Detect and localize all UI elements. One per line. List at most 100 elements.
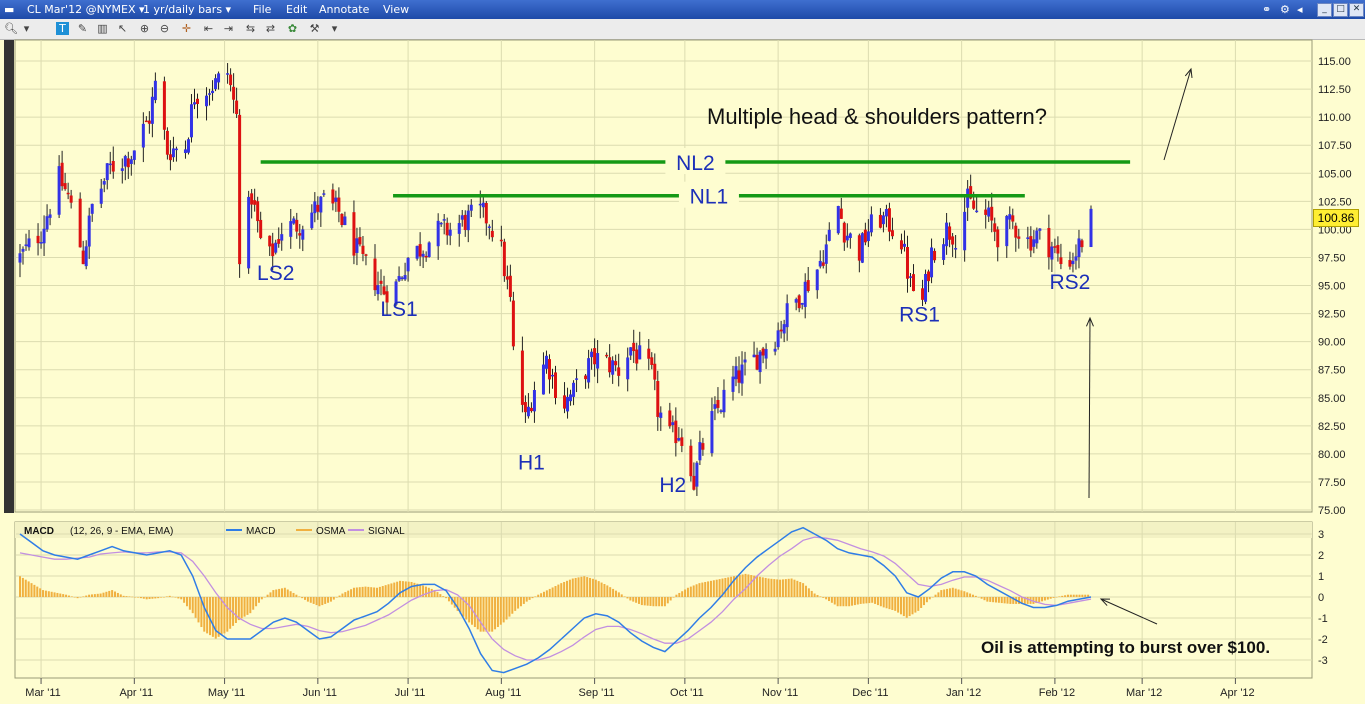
osma-bar bbox=[574, 577, 577, 597]
price-tick-label: 110.00 bbox=[1318, 112, 1351, 124]
candle-body bbox=[689, 445, 693, 477]
osma-bar bbox=[358, 587, 361, 597]
osma-bar bbox=[257, 597, 260, 603]
candle-body bbox=[1059, 257, 1063, 265]
osma-bar bbox=[897, 597, 900, 613]
osma-bar bbox=[879, 597, 882, 607]
osma-bar bbox=[229, 597, 232, 629]
candle-body bbox=[36, 235, 40, 244]
osma-bar bbox=[1081, 594, 1084, 597]
osma-bar bbox=[318, 597, 321, 607]
candle-body bbox=[1071, 260, 1075, 265]
candle-body bbox=[511, 300, 515, 347]
candle-body bbox=[355, 238, 359, 253]
osma-bar bbox=[649, 597, 652, 606]
osma-bar bbox=[689, 586, 692, 597]
candle-body bbox=[364, 254, 368, 256]
candle-body bbox=[797, 295, 801, 309]
candle-body bbox=[427, 242, 431, 257]
candle-body bbox=[818, 260, 822, 267]
osma-bar bbox=[1069, 594, 1072, 597]
osma-bar bbox=[514, 597, 517, 611]
candle-body bbox=[183, 149, 187, 154]
osma-bar bbox=[485, 597, 488, 632]
osma-bar bbox=[534, 596, 537, 597]
candle-body bbox=[945, 222, 949, 247]
candle-body bbox=[57, 166, 61, 215]
candle-body bbox=[614, 361, 618, 366]
osma-bar bbox=[76, 597, 79, 599]
osma-bar bbox=[773, 579, 776, 597]
osma-bar bbox=[511, 597, 514, 614]
osma-bar bbox=[211, 597, 214, 637]
osma-bar bbox=[865, 597, 868, 604]
candle-body bbox=[460, 215, 464, 220]
osma-bar bbox=[508, 597, 511, 617]
osma-bar bbox=[894, 597, 897, 611]
candle-body bbox=[764, 349, 768, 359]
osma-bar bbox=[635, 597, 638, 603]
osma-bar bbox=[1066, 594, 1069, 597]
candle-body bbox=[544, 355, 548, 369]
osma-bar bbox=[59, 593, 62, 597]
candle-body bbox=[376, 285, 380, 295]
candle-body bbox=[505, 276, 509, 280]
candle-body bbox=[217, 73, 221, 83]
candle-body bbox=[611, 360, 615, 375]
candle-body bbox=[382, 286, 386, 295]
candle-body bbox=[887, 208, 891, 232]
month-tick-label: Jan '12 bbox=[946, 687, 981, 699]
osma-bar bbox=[566, 580, 569, 597]
osma-bar bbox=[177, 597, 180, 599]
osma-bar bbox=[960, 590, 963, 597]
osma-bar bbox=[1052, 597, 1055, 598]
candle-body bbox=[45, 216, 49, 230]
osma-bar bbox=[410, 581, 413, 597]
candle-body bbox=[1089, 208, 1093, 248]
osma-bar bbox=[488, 597, 491, 632]
osma-bar bbox=[373, 587, 376, 597]
price-tick-label: 92.50 bbox=[1318, 309, 1346, 321]
osma-bar bbox=[779, 579, 782, 597]
osma-bar bbox=[983, 597, 986, 601]
candle-body bbox=[442, 219, 446, 221]
osma-bar bbox=[119, 594, 122, 597]
candle-body bbox=[884, 209, 888, 217]
osma-bar bbox=[563, 581, 566, 597]
candle-body bbox=[671, 422, 675, 426]
neckline-label: NL1 bbox=[690, 186, 729, 209]
osma-bar bbox=[600, 582, 603, 597]
osma-bar bbox=[19, 576, 21, 597]
osma-bar bbox=[911, 597, 914, 615]
osma-bar bbox=[393, 582, 396, 597]
osma-bar bbox=[804, 585, 807, 597]
candle-body bbox=[358, 236, 362, 245]
candle-body bbox=[794, 299, 798, 303]
osma-bar bbox=[401, 581, 404, 597]
osma-bar bbox=[862, 597, 865, 604]
candle-body bbox=[647, 348, 651, 359]
legend-label: SIGNAL bbox=[368, 526, 405, 537]
osma-bar bbox=[442, 596, 445, 597]
candle-body bbox=[1050, 246, 1054, 260]
candle-body bbox=[541, 364, 545, 395]
osma-bar bbox=[260, 597, 263, 600]
osma-bar bbox=[102, 592, 105, 597]
osma-bar bbox=[542, 591, 545, 597]
osma-bar bbox=[948, 588, 951, 597]
osma-bar bbox=[758, 576, 761, 597]
osma-bar bbox=[430, 588, 433, 597]
price-tick-label: 90.00 bbox=[1318, 337, 1346, 349]
osma-bar bbox=[577, 577, 580, 597]
osma-bar bbox=[522, 597, 525, 604]
osma-bar bbox=[1038, 597, 1041, 603]
candle-body bbox=[469, 204, 473, 211]
candle-body bbox=[927, 271, 931, 282]
osma-bar bbox=[194, 597, 197, 618]
candle-body bbox=[448, 229, 452, 236]
osma-bar bbox=[376, 587, 378, 597]
osma-bar bbox=[479, 597, 482, 632]
osma-bar bbox=[623, 596, 626, 597]
candle-body bbox=[1014, 225, 1018, 238]
candle-body bbox=[653, 363, 657, 380]
